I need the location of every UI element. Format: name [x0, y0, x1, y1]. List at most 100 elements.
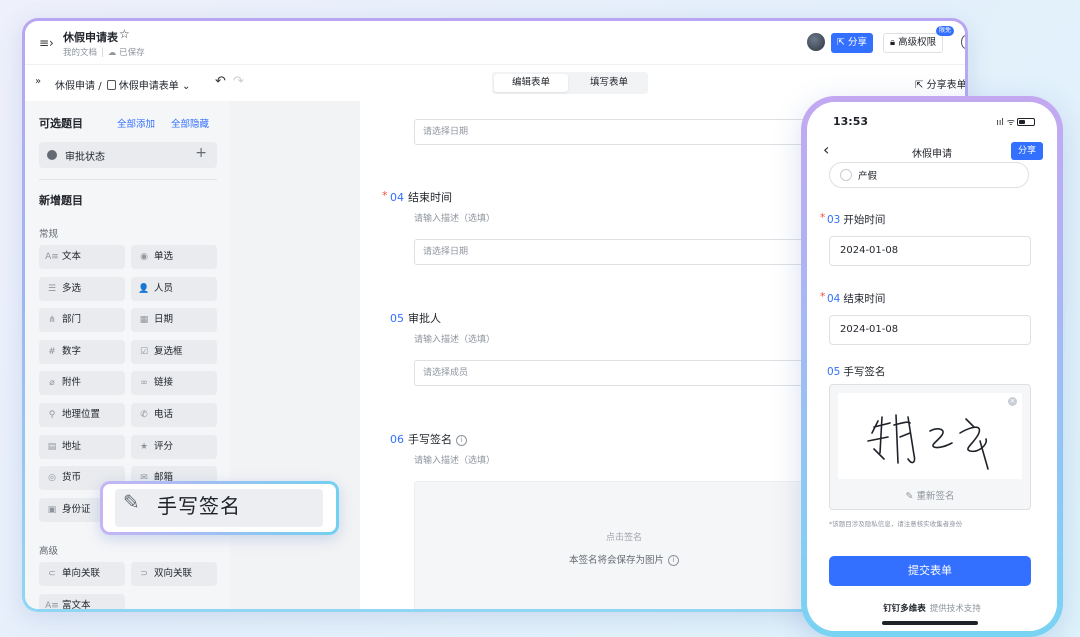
field-type-label: 电话: [154, 409, 174, 420]
field-type-button[interactable]: 👤 人员: [131, 276, 217, 301]
field-type-button[interactable]: # 数字: [39, 339, 125, 364]
signature-box[interactable]: × ✎ 重新签名: [829, 384, 1031, 510]
field-type-label: 部门: [62, 314, 82, 326]
dragged-field-chip[interactable]: ✎ 手写签名: [100, 481, 339, 535]
pen-icon: ✎: [123, 490, 140, 514]
date-input[interactable]: 请选择日期: [414, 119, 834, 145]
end-date-input[interactable]: 请选择日期: [414, 239, 834, 265]
group-advanced: 高级: [39, 546, 59, 557]
field-type-button[interactable]: ✆ 电话: [131, 403, 217, 427]
signal-icons: ııl ᯤ: [996, 115, 1035, 128]
star-icon[interactable]: ☆: [119, 27, 130, 41]
field-type-icon: ◉: [140, 252, 148, 262]
chevron-down-icon[interactable]: ⌄: [182, 81, 190, 92]
question-description[interactable]: 请输入描述（选填）: [414, 453, 495, 466]
phone-share-button[interactable]: 分享: [1011, 142, 1043, 160]
add-icon[interactable]: +: [195, 145, 207, 161]
field-type-label: 双向关联: [154, 568, 193, 579]
form-icon: [106, 80, 116, 90]
group-common: 常规: [39, 229, 59, 240]
divider: [39, 179, 217, 180]
question-title: 手写签名: [408, 433, 452, 446]
expand-icon[interactable]: »: [35, 76, 41, 87]
breadcrumb-parent[interactable]: 休假申请: [55, 81, 95, 92]
clear-signature-icon[interactable]: ×: [1008, 397, 1017, 406]
field-type-button[interactable]: ▤ 地址: [39, 434, 125, 459]
field-type-label: 链接: [154, 377, 174, 389]
avatar[interactable]: [807, 33, 825, 51]
permission-label: 高级权限: [898, 37, 937, 48]
hide-all-link[interactable]: 全部隐藏: [171, 116, 209, 130]
field-type-button[interactable]: ⚲ 地理位置: [39, 403, 125, 427]
question-number: 04: [827, 293, 841, 305]
field-type-button[interactable]: A≡ 富文本: [39, 593, 125, 609]
field-type-icon: ✆: [140, 410, 148, 420]
submit-form-button[interactable]: 提交表单: [829, 556, 1031, 586]
question-title: 手写签名: [843, 366, 886, 378]
info-icon[interactable]: i: [668, 555, 679, 566]
pen-icon: ✎: [905, 491, 914, 502]
cloud-icon: ☁: [107, 48, 117, 58]
phone-question-signature: 05 手写签名: [827, 364, 885, 379]
field-type-button[interactable]: ∞ 链接: [131, 371, 217, 396]
radio-icon: [840, 169, 852, 181]
tab-edit-form[interactable]: 编辑表单: [494, 74, 568, 92]
new-fields-title: 新增题目: [39, 194, 83, 207]
approval-status-item[interactable]: 审批状态 +: [39, 142, 217, 168]
share-form-button[interactable]: ⇱ 分享表单: [915, 76, 965, 91]
field-type-button[interactable]: ★ 评分: [131, 434, 217, 459]
radio-option[interactable]: 产假: [829, 162, 1029, 188]
more-icon[interactable]: [961, 35, 965, 49]
phone-mockup: 13:53 ııl ᯤ ‹ 休假申请 分享 产假 * 03 开始时间 2024-01…: [801, 96, 1063, 637]
question-signature[interactable]: 06 手写签名 i: [390, 431, 467, 447]
add-all-link[interactable]: 全部添加: [117, 116, 155, 130]
question-title: 结束时间: [843, 293, 886, 305]
clock: 13:53: [833, 115, 869, 128]
field-type-button[interactable]: ⋔ 部门: [39, 308, 125, 333]
handwritten-signature: [867, 414, 989, 470]
field-type-label: 单选: [154, 251, 174, 262]
field-type-button[interactable]: ☰ 多选: [39, 276, 125, 301]
breadcrumb-current[interactable]: 休假申请表单: [119, 81, 179, 92]
question-number: 03: [827, 214, 841, 226]
phone-question-end: * 04 结束时间: [820, 291, 886, 306]
optional-fields-title: 可选题目: [39, 117, 83, 130]
advanced-permission-button[interactable]: 🔒︎ 高级权限: [883, 33, 944, 53]
footer-brand[interactable]: 钉钉多维表: [883, 604, 926, 614]
start-date-field[interactable]: 2024-01-08: [829, 236, 1031, 266]
field-type-button[interactable]: ◉ 单选: [131, 245, 217, 269]
field-type-button[interactable]: A≡ 文本: [39, 245, 125, 269]
field-type-icon: ▤: [47, 441, 57, 452]
field-type-button[interactable]: ⊃ 双向关联: [131, 562, 217, 586]
doc-location[interactable]: 我的文档: [63, 48, 97, 58]
resign-button[interactable]: ✎ 重新签名: [830, 488, 1030, 502]
breadcrumb: 休假申请 / 休假申请表单 ⌄: [55, 77, 190, 92]
question-approver[interactable]: 05 审批人: [390, 310, 441, 326]
battery-icon: [1017, 118, 1035, 126]
question-description[interactable]: 请输入描述（选填）: [414, 332, 495, 345]
field-type-button[interactable]: ▦ 日期: [131, 308, 217, 333]
field-type-icon: ⊃: [140, 569, 148, 579]
field-type-button[interactable]: ☑ 复选框: [131, 339, 217, 364]
question-number: 05: [827, 366, 841, 378]
share-button[interactable]: ⇱ 分享: [831, 33, 874, 53]
info-icon[interactable]: i: [456, 435, 467, 446]
member-select[interactable]: 请选择成员: [414, 360, 834, 386]
question-end-time[interactable]: * 04 结束时间: [382, 189, 452, 205]
signature-note-text: 本签名将会保存为图片: [568, 555, 664, 566]
question-description[interactable]: 请输入描述（选填）: [414, 211, 495, 224]
field-type-button[interactable]: ⌀ 附件: [39, 371, 125, 396]
status-bar: 13:53 ııl ᯤ: [807, 102, 1057, 136]
field-type-icon: ⌀: [49, 378, 55, 389]
redo-icon[interactable]: ↷: [233, 74, 244, 89]
share-label: 分享: [848, 37, 868, 48]
field-type-icon: 👤: [138, 283, 150, 294]
end-date-field[interactable]: 2024-01-08: [829, 315, 1031, 345]
status-icon: [47, 150, 57, 160]
field-type-button[interactable]: ⊂ 单向关联: [39, 562, 125, 586]
field-type-label: 人员: [154, 282, 174, 294]
undo-icon[interactable]: ↶: [215, 74, 226, 89]
signature-area[interactable]: 点击签名 本签名将会保存为图片 i: [414, 481, 834, 609]
tab-fill-form[interactable]: 填写表单: [572, 74, 646, 92]
menu-icon[interactable]: ≡›: [39, 36, 54, 50]
